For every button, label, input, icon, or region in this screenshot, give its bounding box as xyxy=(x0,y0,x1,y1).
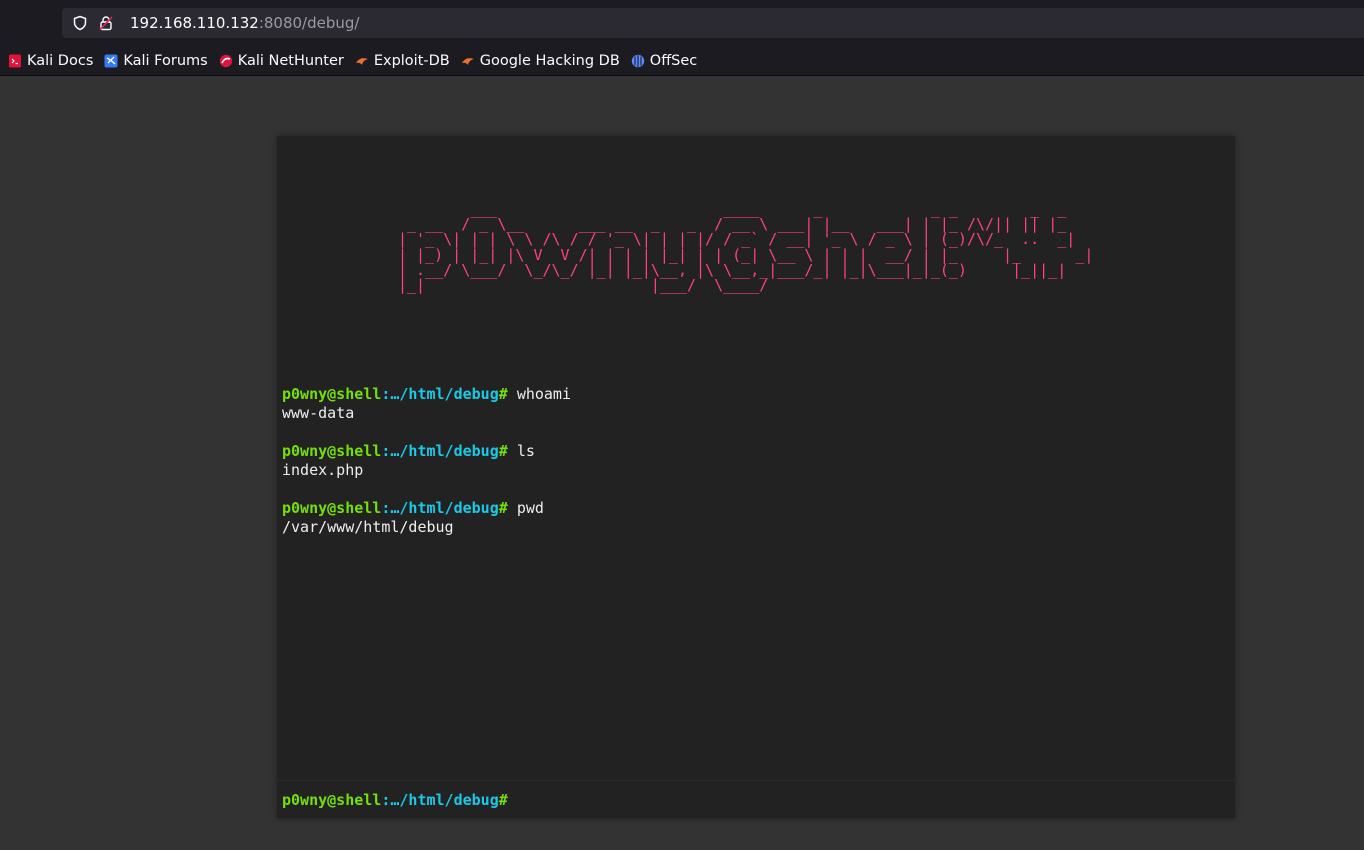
shell-command-output: /var/www/html/debug xyxy=(282,518,454,536)
prompt-hash: # xyxy=(498,499,508,517)
prompt-user: p0wny@shell xyxy=(282,790,382,809)
kali-nethunter-icon xyxy=(219,54,233,68)
shield-icon[interactable] xyxy=(70,13,90,33)
prompt-hash: # xyxy=(498,790,508,809)
bookmark-kali-nethunter[interactable]: Kali NetHunter xyxy=(219,53,344,69)
kali-docs-icon xyxy=(8,54,22,68)
shell-input-bar: p0wny@shell:…/html/debug # xyxy=(277,780,1235,818)
shell-command: pwd xyxy=(516,499,544,517)
prompt-hash: # xyxy=(498,385,508,403)
shell-command-output: index.php xyxy=(282,461,364,479)
shell-command-line: p0wny@shell:…/html/debug# whoami xyxy=(282,385,1230,404)
shell-command-output: www-data xyxy=(282,404,355,422)
shell-output: p0wny@shell:…/html/debug# whoami www-dat… xyxy=(282,385,1230,556)
bookmark-label: OffSec xyxy=(649,52,698,69)
offsec-icon xyxy=(631,54,645,68)
prompt-user: p0wny@shell xyxy=(282,442,382,460)
shell-command: ls xyxy=(516,442,535,460)
bookmarks-toolbar: Kali Docs Kali Forums Kali NetHunter Exp… xyxy=(0,46,1364,76)
shell-banner: ___ ____ _ _ _ _ _ _ __ / _ \__ ___ __ _… xyxy=(398,200,1094,295)
shell-command-line: p0wny@shell:…/html/debug# pwd xyxy=(282,499,1230,518)
browser-toolbar: 192.168.110.132:8080/debug/ xyxy=(0,0,1364,46)
google-hacking-db-icon xyxy=(461,54,475,68)
shell-window: ___ ____ _ _ _ _ _ _ __ / _ \__ ___ __ _… xyxy=(277,136,1235,818)
bookmark-kali-forums[interactable]: Kali Forums xyxy=(104,52,208,69)
bookmark-google-hacking-db[interactable]: Google Hacking DB xyxy=(461,53,620,69)
shell-command-input[interactable] xyxy=(516,787,1235,812)
url-host: 192.168.110.132 xyxy=(130,14,259,32)
bookmark-label: Google Hacking DB xyxy=(479,52,620,69)
bookmark-label: Kali Forums xyxy=(123,52,208,69)
kali-forums-icon xyxy=(104,54,118,68)
bookmark-label: Kali NetHunter xyxy=(237,52,344,69)
url-path: :8080/debug/ xyxy=(258,14,360,32)
shell-entry: p0wny@shell:…/html/debug# whoami www-dat… xyxy=(282,385,1230,423)
prompt-user: p0wny@shell xyxy=(282,385,382,403)
prompt-path: :…/html/debug xyxy=(381,499,499,517)
bookmark-label: Kali Docs xyxy=(27,52,94,69)
prompt-path: :…/html/debug xyxy=(381,442,499,460)
bookmark-kali-docs[interactable]: Kali Docs xyxy=(8,53,93,69)
insecure-lock-icon[interactable] xyxy=(96,13,116,33)
shell-entry: p0wny@shell:…/html/debug# pwd /var/www/h… xyxy=(282,499,1230,537)
prompt-path: :…/html/debug xyxy=(381,385,499,403)
shell-command: whoami xyxy=(516,385,571,403)
prompt-path: :…/html/debug xyxy=(381,790,499,809)
bookmark-label: Exploit-DB xyxy=(373,52,450,69)
address-bar[interactable]: 192.168.110.132:8080/debug/ xyxy=(62,8,1364,38)
exploit-db-icon xyxy=(355,54,369,68)
shell-command-line: p0wny@shell:…/html/debug# ls xyxy=(282,442,1230,461)
bookmark-exploit-db[interactable]: Exploit-DB xyxy=(355,53,450,69)
bookmark-offsec[interactable]: OffSec xyxy=(631,52,698,69)
prompt-hash: # xyxy=(498,442,508,460)
shell-entry: p0wny@shell:…/html/debug# ls index.php xyxy=(282,442,1230,480)
prompt-user: p0wny@shell xyxy=(282,499,382,517)
